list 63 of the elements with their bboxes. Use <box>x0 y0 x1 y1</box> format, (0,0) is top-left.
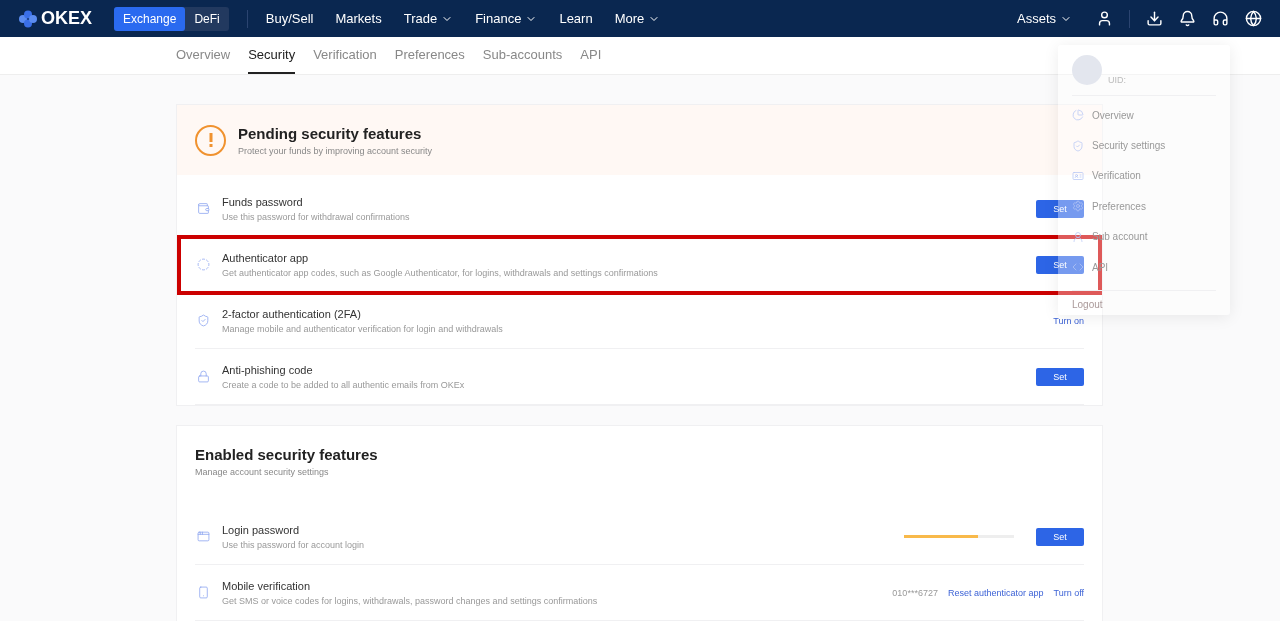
mode-tab[interactable]: DeFi <box>185 6 229 31</box>
bell-icon[interactable] <box>1179 10 1196 27</box>
wallet-icon <box>197 202 210 215</box>
nav-link[interactable]: Learn <box>559 11 593 26</box>
feature-description: Get authenticator app codes, such as Google Authenticator, for logins, withdrawals and settings confirmations <box>222 267 658 278</box>
nav-link[interactable]: Buy/Sell <box>265 11 314 26</box>
window-icon <box>197 530 210 543</box>
globe-icon[interactable] <box>1245 10 1262 27</box>
feature-description: Use this password for withdrawal confirmations <box>222 211 410 222</box>
download-icon[interactable] <box>1146 10 1163 27</box>
headset-icon[interactable] <box>1212 10 1229 27</box>
nav-link[interactable]: Finance <box>475 11 538 26</box>
uid-label: UID: <box>1108 75 1126 85</box>
user-icon[interactable] <box>1096 10 1113 27</box>
phone-icon <box>197 586 210 599</box>
action-link[interactable]: Turn off <box>1053 587 1084 598</box>
section-title: Enabled security features <box>195 446 379 463</box>
action-link[interactable]: Turn on <box>1053 315 1084 326</box>
warning-icon <box>195 124 226 156</box>
feature-description: Use this password for account login <box>222 539 365 550</box>
person-icon <box>1072 230 1084 243</box>
feature-title: Anti-phishing code <box>222 363 314 376</box>
set-button[interactable]: Set <box>1036 199 1084 218</box>
section-title: Pending security features <box>238 124 423 142</box>
section-subtitle: Protect your funds by improving account security <box>238 145 433 156</box>
menu-item[interactable]: Verification <box>1072 160 1216 192</box>
account-tab[interactable]: Sub-accounts <box>482 37 563 74</box>
menu-item[interactable]: Security settings <box>1072 130 1216 161</box>
set-button[interactable]: Set <box>1036 255 1084 274</box>
settings-icon <box>1072 200 1084 213</box>
pie-chart-icon <box>1072 109 1084 122</box>
set-button[interactable]: Set <box>1036 527 1084 546</box>
id-card-icon <box>1072 169 1084 182</box>
feature-title: Authenticator app <box>222 251 310 264</box>
logo-text: OKEX <box>41 8 92 29</box>
action-link[interactable]: Reset authenticator app <box>947 587 1044 598</box>
logout-link[interactable]: Logout <box>1072 290 1216 311</box>
dotted-circle-icon <box>197 258 210 271</box>
section-subtitle: Manage account security settings <box>195 467 330 477</box>
account-tab[interactable]: API <box>580 37 602 74</box>
masked-phone-number: 010***6727 <box>892 587 938 598</box>
account-tab[interactable]: Overview <box>176 37 231 74</box>
account-tab[interactable]: Verification <box>313 37 377 74</box>
nav-link[interactable]: Markets <box>335 11 382 26</box>
account-tab[interactable]: Preferences <box>394 37 465 74</box>
feature-description: Manage mobile and authenticator verification for login and withdrawals <box>222 323 503 334</box>
feature-title: Mobile verification <box>222 579 312 592</box>
shield-check-icon <box>197 314 210 327</box>
nav-link[interactable]: Trade <box>403 11 454 26</box>
feature-title: Funds password <box>222 195 304 208</box>
mode-tab[interactable]: Exchange <box>114 6 186 31</box>
nav-link[interactable]: More <box>614 11 661 26</box>
feature-description: Get SMS or voice codes for logins, withdrawals, password changes and settings confirmations <box>222 595 598 606</box>
logo-icon <box>18 9 38 28</box>
lock-icon <box>197 370 210 383</box>
shield-check-icon <box>1072 139 1084 152</box>
menu-item[interactable]: Overview <box>1072 100 1216 131</box>
feature-description: Create a code to be added to all authentic emails from OKEx <box>222 379 465 390</box>
feature-title: 2-factor authentication (2FA) <box>222 307 362 320</box>
feature-title: Login password <box>222 523 301 536</box>
menu-item[interactable]: Sub account <box>1072 221 1216 252</box>
set-button[interactable]: Set <box>1036 367 1084 386</box>
assets-menu[interactable]: Assets <box>1017 11 1072 26</box>
